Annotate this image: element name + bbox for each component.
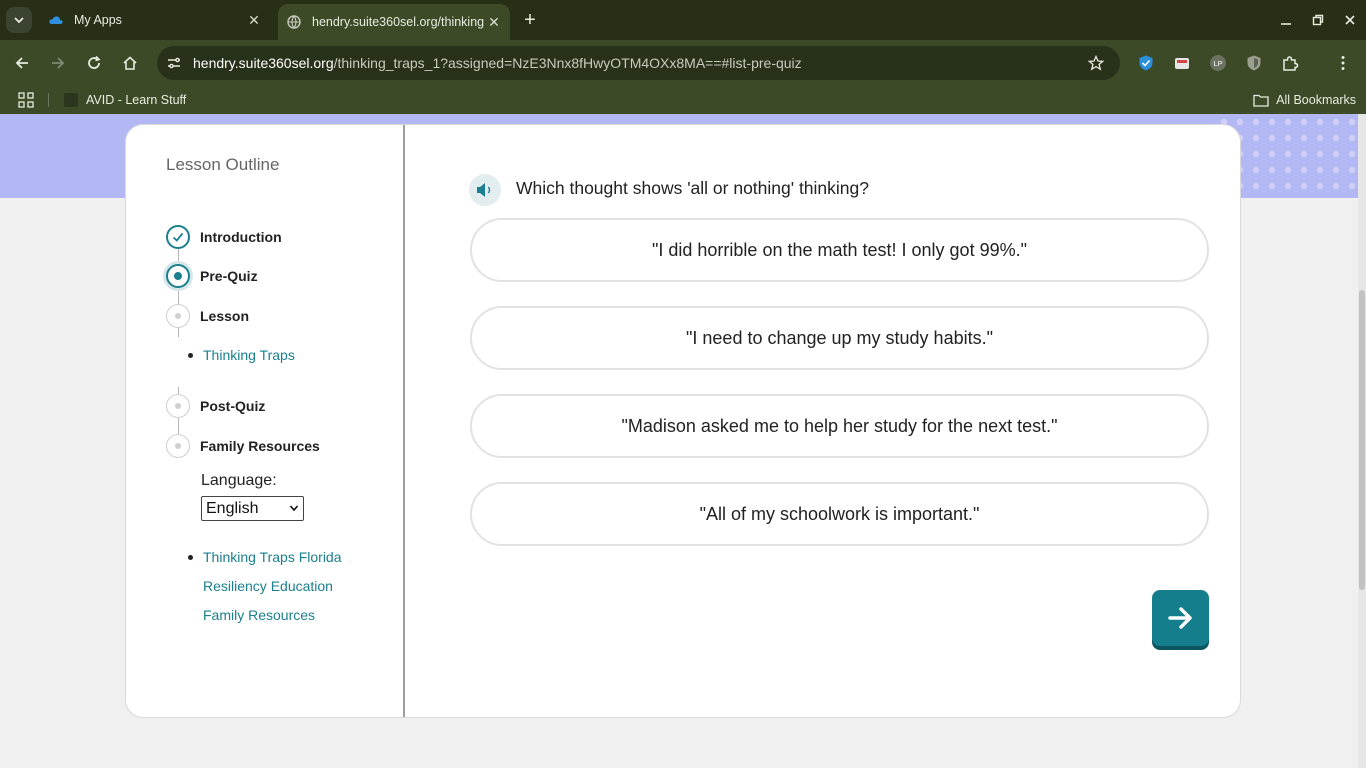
home-icon	[123, 56, 137, 70]
close-icon[interactable]: ✕	[484, 12, 504, 32]
outline-step-pre-quiz[interactable]: Pre-Quiz	[166, 263, 258, 289]
step-label: Post-Quiz	[200, 398, 266, 414]
url-path: /thinking_traps_1?assigned=NzE3Nnx8fHwyO…	[333, 55, 802, 71]
arrow-right-icon	[1167, 607, 1192, 629]
bookmarks-separator	[48, 93, 49, 107]
svg-text:LP: LP	[1213, 59, 1222, 68]
outline-step-lesson[interactable]: Lesson	[166, 303, 249, 329]
answer-option-4[interactable]: "All of my schoolwork is important."	[470, 482, 1209, 546]
bullet-icon	[188, 555, 193, 560]
tab-search-button[interactable]	[6, 7, 32, 33]
browser-toolbar: hendry.suite360sel.org/thinking_traps_1?…	[0, 40, 1366, 86]
speaker-icon	[477, 183, 491, 197]
resource-link-family-resources[interactable]: Family Resources	[203, 607, 315, 623]
resource-link-thinking-traps-florida[interactable]: Thinking Traps Florida	[203, 549, 342, 565]
answer-option-2[interactable]: "I need to change up my study habits."	[470, 306, 1209, 370]
all-bookmarks-label: All Bookmarks	[1276, 93, 1356, 107]
new-tab-button[interactable]: +	[518, 8, 542, 32]
tab-active-lesson[interactable]: hendry.suite360sel.org/thinking_traps_1?…	[278, 4, 510, 40]
read-aloud-button[interactable]	[469, 174, 501, 206]
chevron-down-icon	[14, 17, 24, 24]
lesson-card: Lesson Outline Introduction Pre-Quiz Les…	[125, 124, 1241, 718]
close-icon[interactable]: ✕	[244, 10, 264, 30]
bookmark-star-icon[interactable]	[1086, 53, 1106, 73]
resource-link-resiliency-education[interactable]: Resiliency Education	[203, 578, 333, 594]
lesson-outline-sidebar: Lesson Outline Introduction Pre-Quiz Les…	[126, 125, 405, 717]
url-host: hendry.suite360sel.org	[193, 55, 334, 71]
outline-step-family-resources[interactable]: Family Resources	[166, 433, 320, 459]
screenshot-extension-icon[interactable]	[1171, 52, 1193, 74]
step-connector	[178, 328, 179, 337]
next-button[interactable]	[1152, 590, 1209, 646]
bookmark-avid[interactable]: AVID - Learn Stuff	[64, 90, 186, 110]
question-text: Which thought shows 'all or nothing' thi…	[516, 178, 869, 198]
browser-titlebar: My Apps ✕ hendry.suite360sel.org/thinkin…	[0, 0, 1366, 40]
arrow-right-icon	[52, 57, 65, 69]
globe-icon	[286, 14, 302, 30]
scrollbar-thumb[interactable]	[1359, 290, 1365, 590]
minimize-button[interactable]	[1274, 8, 1298, 32]
lesson-subitem-thinking-traps[interactable]: Thinking Traps	[188, 347, 295, 363]
tab-my-apps[interactable]: My Apps ✕	[40, 6, 270, 34]
step-label: Family Resources	[200, 438, 320, 454]
language-label: Language:	[201, 472, 277, 489]
language-select[interactable]: English	[201, 496, 304, 521]
close-window-button[interactable]	[1338, 8, 1362, 32]
pending-step-icon	[166, 434, 190, 458]
step-label: Introduction	[200, 229, 282, 245]
chevron-down-icon	[289, 505, 299, 512]
reload-button[interactable]	[80, 49, 108, 77]
bullet-icon	[188, 352, 193, 358]
more-menu-icon[interactable]	[1332, 52, 1354, 74]
outline-step-introduction[interactable]: Introduction	[166, 224, 282, 250]
all-bookmarks-button[interactable]: All Bookmarks	[1253, 90, 1356, 110]
restore-button[interactable]	[1306, 8, 1330, 32]
folder-icon	[1253, 94, 1269, 107]
pending-step-icon	[166, 304, 190, 328]
puzzle-extensions-icon[interactable]	[1279, 52, 1301, 74]
shield-check-extension-icon[interactable]	[1135, 52, 1157, 74]
arrow-left-icon	[15, 57, 28, 69]
answer-option-3[interactable]: "Madison asked me to help her study for …	[470, 394, 1209, 458]
forward-button[interactable]	[44, 49, 72, 77]
page-scrollbar[interactable]	[1358, 114, 1366, 768]
step-label: Lesson	[200, 308, 250, 324]
shield-extension-icon[interactable]	[1243, 52, 1265, 74]
bookmark-label: AVID - Learn Stuff	[86, 93, 187, 107]
step-label: Pre-Quiz	[200, 268, 258, 284]
current-step-icon	[166, 264, 190, 288]
restore-icon	[1312, 14, 1324, 26]
reload-icon	[88, 55, 101, 69]
close-icon	[1345, 15, 1355, 25]
apps-grid-icon[interactable]	[18, 92, 34, 108]
outline-step-post-quiz[interactable]: Post-Quiz	[166, 393, 265, 419]
outline-title: Lesson Outline	[166, 155, 280, 174]
quiz-panel: Which thought shows 'all or nothing' thi…	[407, 125, 1240, 717]
minimize-icon	[1281, 23, 1291, 25]
page-viewport: Lesson Outline Introduction Pre-Quiz Les…	[0, 114, 1366, 768]
bookmark-favicon-icon	[64, 93, 78, 107]
tab-title: My Apps	[74, 13, 122, 27]
url-text: hendry.suite360sel.org/thinking_traps_1?…	[193, 55, 802, 71]
language-selected-value: English	[206, 499, 259, 517]
address-bar[interactable]: hendry.suite360sel.org/thinking_traps_1?…	[157, 46, 1120, 80]
lp-extension-icon[interactable]: LP	[1207, 52, 1229, 74]
back-button[interactable]	[8, 49, 36, 77]
subitem-label: Thinking Traps	[203, 347, 295, 363]
answer-option-1[interactable]: "I did horrible on the math test! I only…	[470, 218, 1209, 282]
site-info-icon[interactable]	[163, 52, 185, 74]
bookmarks-bar: AVID - Learn Stuff All Bookmarks	[0, 86, 1366, 114]
home-button[interactable]	[116, 49, 144, 77]
cloud-icon	[48, 12, 64, 28]
checkmark-icon	[166, 225, 190, 249]
pending-step-icon	[166, 394, 190, 418]
tab-title: hendry.suite360sel.org/thinking_traps_1?…	[312, 15, 484, 29]
